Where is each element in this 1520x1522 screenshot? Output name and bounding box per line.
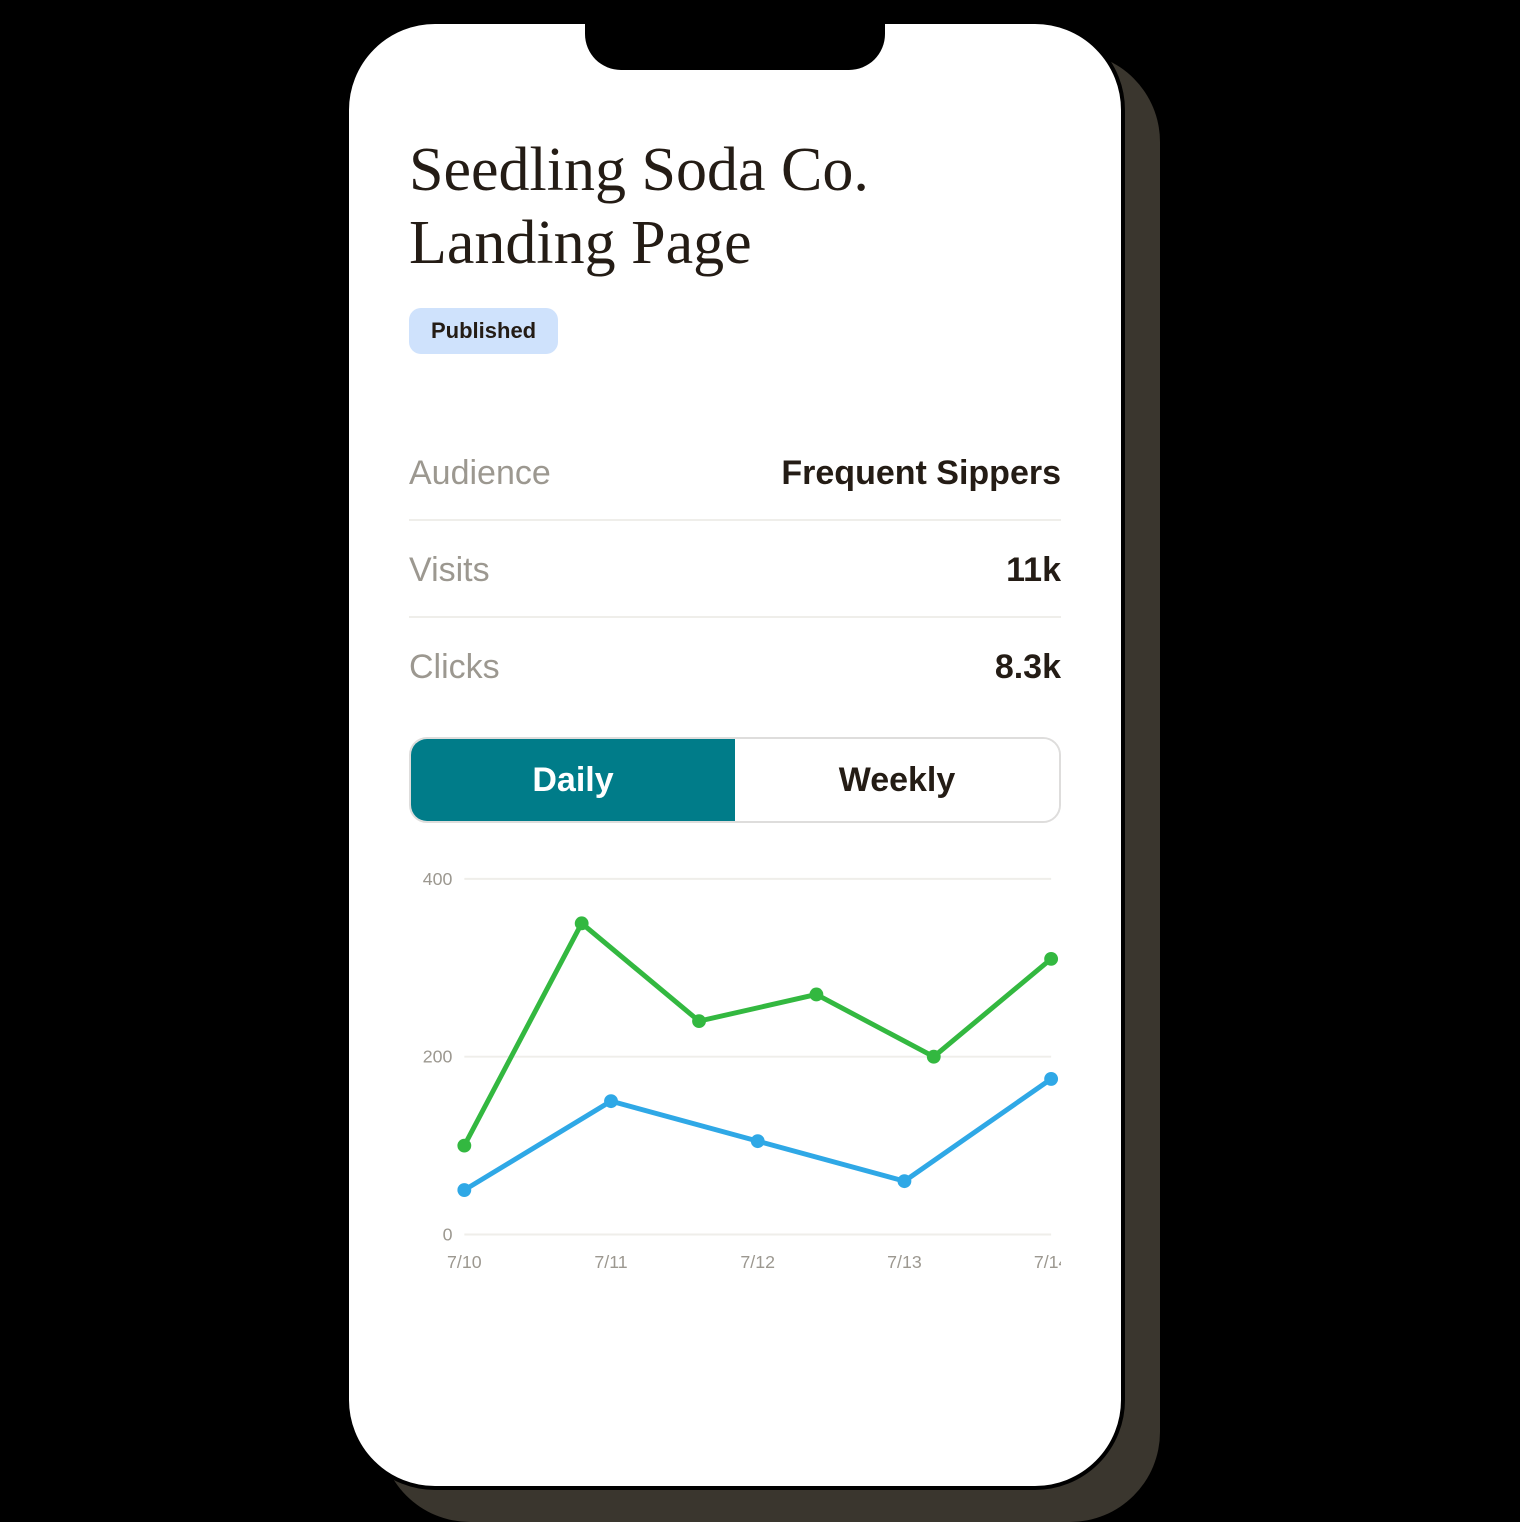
series-point [692, 1015, 706, 1029]
metric-row-clicks: Clicks 8.3k [409, 618, 1061, 713]
series-point [575, 917, 589, 931]
page-title: Seedling Soda Co. Landing Page [409, 134, 1061, 280]
metric-row-audience: Audience Frequent Sippers [409, 424, 1061, 521]
y-tick-label: 0 [443, 1225, 453, 1245]
series-point [898, 1175, 912, 1189]
phone-frame: Seedling Soda Co. Landing Page Published… [345, 20, 1125, 1490]
line-chart: 0 200 400 7/10 7/11 7/12 7/13 7/14 [409, 869, 1061, 1284]
x-tick-label: 7/12 [740, 1252, 775, 1272]
metric-value: 8.3k [995, 648, 1061, 687]
metric-value: 11k [1006, 551, 1061, 590]
series-point [604, 1095, 618, 1109]
series-point [457, 1183, 471, 1197]
series-point [809, 988, 823, 1002]
metric-label: Clicks [409, 648, 500, 687]
segment-daily[interactable]: Daily [411, 739, 735, 821]
y-tick-label: 200 [423, 1047, 453, 1067]
series-point [1044, 1072, 1058, 1086]
status-badge: Published [409, 308, 558, 354]
x-tick-label: 7/13 [887, 1252, 922, 1272]
series-point [457, 1139, 471, 1153]
chart-svg: 0 200 400 7/10 7/11 7/12 7/13 7/14 [409, 869, 1061, 1284]
x-tick-label: 7/14 [1034, 1252, 1061, 1272]
series-point [927, 1050, 941, 1064]
metric-label: Visits [409, 551, 490, 590]
metrics-list: Audience Frequent Sippers Visits 11k Cli… [409, 424, 1061, 713]
metric-row-visits: Visits 11k [409, 521, 1061, 618]
series-line [464, 924, 1051, 1146]
time-range-segmented-control: Daily Weekly [409, 737, 1061, 823]
metric-value: Frequent Sippers [781, 454, 1061, 493]
series-point [1044, 952, 1058, 966]
series-point [751, 1135, 765, 1149]
segment-weekly[interactable]: Weekly [735, 739, 1059, 821]
x-tick-label: 7/11 [594, 1252, 627, 1272]
metric-label: Audience [409, 454, 551, 493]
y-tick-label: 400 [423, 869, 453, 889]
x-tick-label: 7/10 [447, 1252, 482, 1272]
